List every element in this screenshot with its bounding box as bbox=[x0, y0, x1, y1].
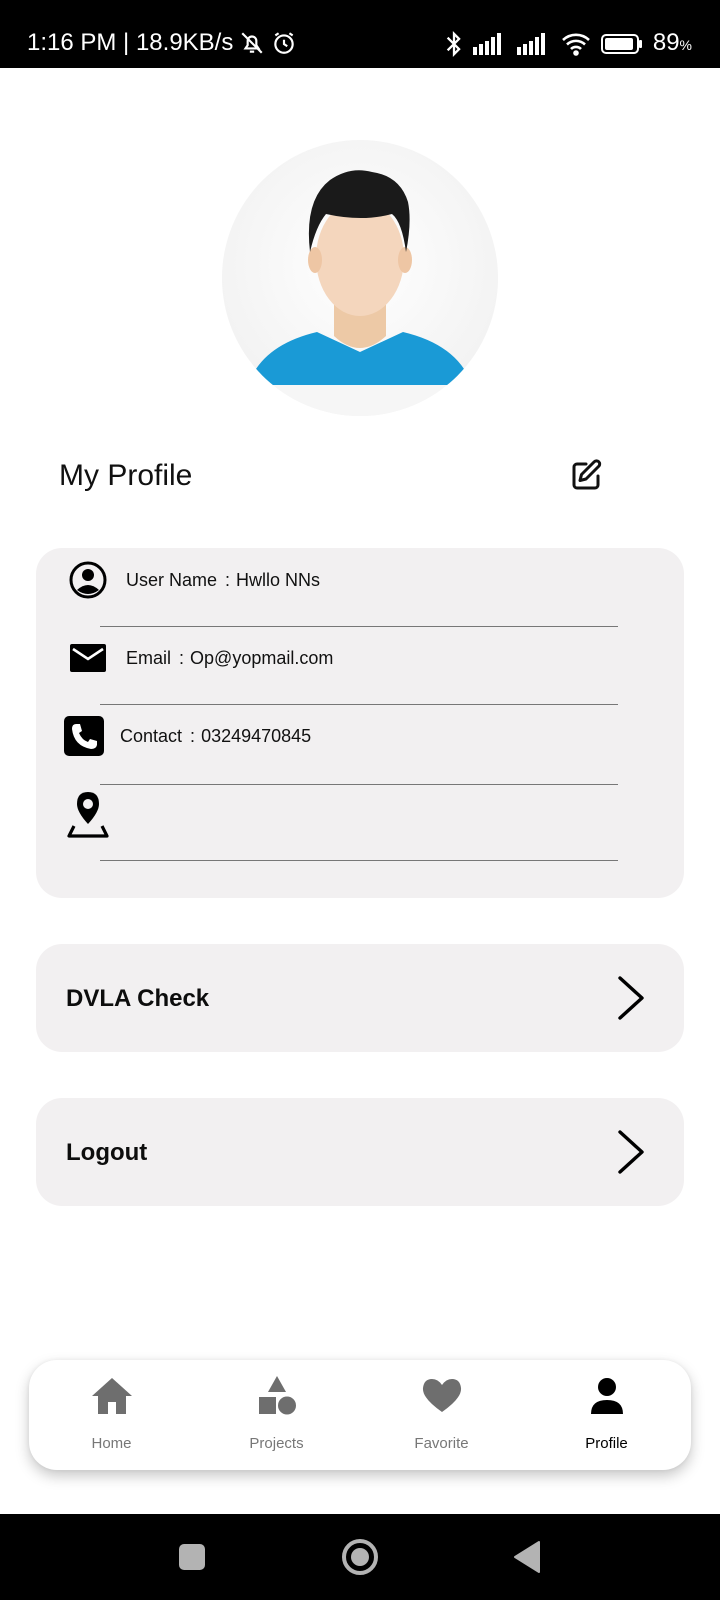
nav-item-projects[interactable]: Projects bbox=[194, 1360, 359, 1470]
envelope-icon bbox=[68, 638, 108, 678]
muted-bell-icon bbox=[239, 30, 265, 56]
signal-icon-2 bbox=[516, 33, 551, 55]
username-text: User Name: Hwllo NNs bbox=[126, 568, 320, 592]
status-bar: 1:16 PM | 18.9KB/s 89% bbox=[0, 0, 720, 68]
bluetooth-icon bbox=[445, 30, 463, 58]
nav-item-profile[interactable]: Profile bbox=[524, 1360, 689, 1470]
nav-label-favorite: Favorite bbox=[414, 1435, 469, 1452]
page-title: My Profile bbox=[59, 459, 193, 492]
logout-button[interactable]: Logout bbox=[36, 1098, 684, 1206]
status-left: 1:16 PM | 18.9KB/s bbox=[27, 28, 297, 58]
nav-item-home[interactable]: Home bbox=[29, 1360, 194, 1470]
avatar bbox=[222, 140, 498, 416]
edit-icon bbox=[572, 459, 602, 490]
battery-text: 89% bbox=[653, 28, 692, 60]
username-value: Hwllo NNs bbox=[236, 570, 321, 590]
home-circle-icon bbox=[342, 1539, 378, 1575]
location-row bbox=[36, 788, 684, 848]
nav-label-projects: Projects bbox=[249, 1435, 304, 1452]
username-separator: : bbox=[225, 570, 231, 590]
back-triangle-icon bbox=[514, 1541, 540, 1573]
profile-info-card: User Name: Hwllo NNs Email: Op@yopmail.com… bbox=[36, 548, 684, 898]
edit-profile-button[interactable] bbox=[566, 456, 606, 496]
divider bbox=[100, 704, 618, 705]
phone-icon bbox=[64, 716, 104, 756]
divider bbox=[100, 860, 618, 861]
chevron-right-icon bbox=[610, 974, 650, 1022]
status-time-speed: 1:16 PM | 18.9KB/s bbox=[27, 29, 234, 56]
divider bbox=[100, 784, 618, 785]
heart-icon bbox=[420, 1374, 464, 1418]
username-label: User Name bbox=[126, 570, 218, 590]
email-row: Email: Op@yopmail.com bbox=[36, 628, 684, 688]
dvla-check-button[interactable]: DVLA Check bbox=[36, 944, 684, 1052]
contact-value: 03249470845 bbox=[201, 726, 312, 746]
battery-unit: % bbox=[679, 37, 692, 53]
battery-percent: 89 bbox=[652, 29, 680, 56]
username-row: User Name: Hwllo NNs bbox=[36, 550, 684, 610]
person-icon bbox=[585, 1374, 629, 1418]
chevron-right-icon bbox=[610, 1128, 650, 1176]
contact-label: Contact bbox=[120, 726, 183, 746]
recents-icon bbox=[179, 1544, 205, 1570]
avatar-illustration bbox=[222, 170, 498, 416]
nav-item-favorite[interactable]: Favorite bbox=[359, 1360, 524, 1470]
battery-icon bbox=[600, 33, 643, 55]
location-pin-icon bbox=[66, 790, 110, 838]
nav-label-home: Home bbox=[91, 1435, 132, 1452]
email-text: Email: Op@yopmail.com bbox=[126, 646, 333, 670]
home-icon bbox=[90, 1374, 134, 1418]
contact-text: Contact:03249470845 bbox=[120, 724, 311, 748]
divider bbox=[100, 626, 618, 627]
email-value: Op@yopmail.com bbox=[190, 648, 334, 668]
contact-row: Contact:03249470845 bbox=[36, 706, 684, 766]
shapes-icon bbox=[255, 1374, 299, 1418]
email-label: Email bbox=[126, 648, 172, 668]
email-separator: : bbox=[179, 648, 185, 668]
status-right: 89% bbox=[445, 28, 692, 60]
back-button[interactable] bbox=[507, 1536, 549, 1578]
home-system-button[interactable] bbox=[339, 1536, 381, 1578]
logout-label: Logout bbox=[66, 1139, 148, 1166]
alarm-icon bbox=[271, 30, 297, 56]
wifi-icon bbox=[561, 32, 591, 56]
bottom-navigation: Home Projects Favorite Profile bbox=[29, 1360, 691, 1470]
system-navigation-bar bbox=[0, 1514, 720, 1600]
nav-label-profile: Profile bbox=[585, 1435, 628, 1452]
recents-button[interactable] bbox=[171, 1536, 213, 1578]
contact-separator: : bbox=[190, 726, 196, 746]
user-circle-icon bbox=[68, 560, 108, 600]
signal-icon-1 bbox=[472, 33, 507, 55]
dvla-check-label: DVLA Check bbox=[66, 985, 210, 1012]
